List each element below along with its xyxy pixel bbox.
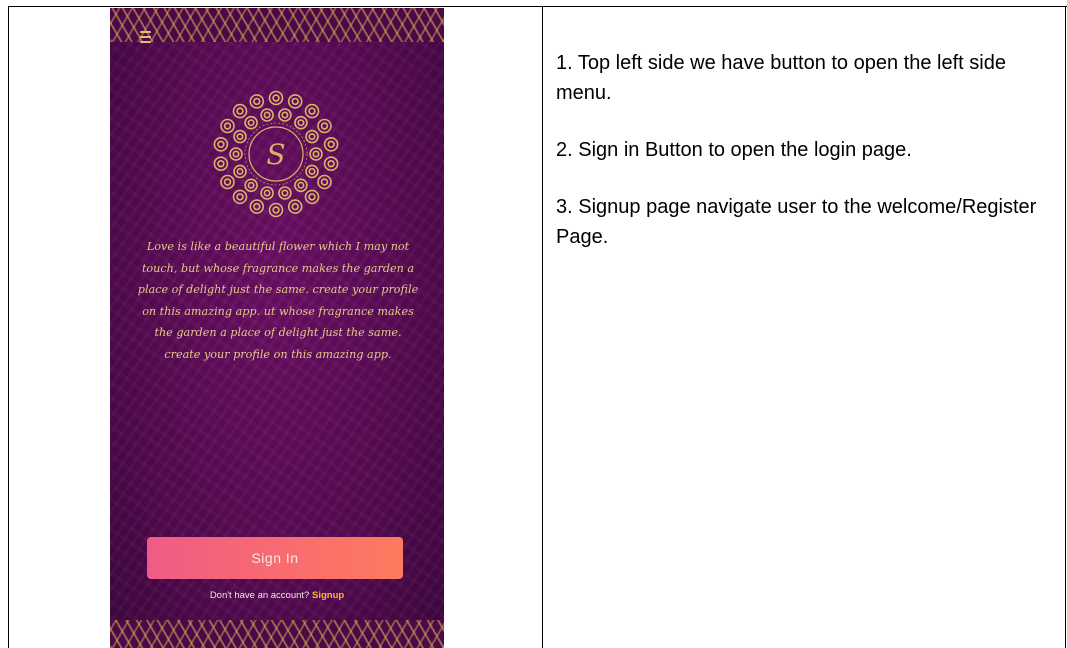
mandala-petal-inner: [236, 133, 244, 141]
quote-text: Love is like a beautiful flower which I …: [137, 240, 419, 361]
mandala-petal: [278, 108, 292, 122]
mandala-petal-inner: [263, 111, 271, 119]
mandala-petal: [305, 129, 319, 144]
mandala-petal-inner: [272, 94, 280, 102]
mandala-petal: [213, 136, 229, 152]
table-right-border: [1065, 6, 1066, 648]
mandala-petal-inner: [281, 111, 289, 119]
mandala-petal: [304, 103, 320, 119]
mandala-petal-inner: [308, 133, 316, 141]
sign-in-button[interactable]: Sign In: [147, 537, 403, 579]
mandala-petal-inner: [320, 122, 329, 130]
table-top-border: [8, 6, 1067, 7]
mandala-petal-inner: [247, 181, 255, 189]
instruction-step: 3. Signup page navigate user to the welc…: [556, 196, 1037, 248]
mandala-petal-inner: [232, 150, 240, 158]
instruction-step: 1. Top left side we have button to open …: [556, 52, 1006, 104]
mandala-petal: [294, 178, 308, 193]
table-left-border: [8, 6, 9, 648]
mandala-petal-inner: [263, 189, 271, 197]
mandala-petal: [220, 174, 235, 190]
app-screenshot: S Love is like a beautiful flower which …: [110, 8, 444, 648]
mandala-petal: [268, 202, 284, 218]
mandala-petal-inner: [223, 178, 232, 186]
mandala-petal: [305, 164, 319, 179]
mandala-petal: [232, 189, 248, 205]
mandala-petal: [323, 156, 339, 171]
instruction-step: 2. Sign in Button to open the login page…: [556, 139, 912, 161]
mandala-petal: [249, 94, 265, 109]
signup-row: Don't have an account? Signup: [110, 590, 444, 601]
mandala-petal-inner: [236, 167, 244, 175]
ornamental-border-bottom: [110, 620, 444, 648]
mandala-petal-inner: [236, 107, 244, 115]
mandala-petal-inner: [297, 119, 305, 127]
mandala-petal: [244, 178, 258, 193]
mandala-petal: [309, 147, 323, 161]
logo-monogram: S: [266, 138, 285, 171]
mandala-petal-inner: [308, 107, 316, 115]
mandala-petal: [278, 186, 292, 200]
mandala-petal: [268, 90, 284, 106]
mandala-petal: [213, 156, 229, 171]
mandala-petal: [233, 164, 247, 179]
mandala-petal-inner: [217, 140, 225, 148]
mandala-petal: [244, 115, 258, 130]
mandala-petal-inner: [291, 97, 299, 106]
mandala-petal-inner: [297, 181, 305, 189]
mandala-petal: [287, 94, 303, 109]
mandala-petal-inner: [308, 167, 316, 175]
table-column-divider: [542, 6, 543, 648]
mandala-petal-inner: [253, 202, 261, 211]
mandala-petal-inner: [327, 159, 335, 168]
mandala-petal-inner: [253, 97, 261, 106]
ornamental-border-top: [110, 8, 444, 42]
mandala-petal-inner: [236, 193, 244, 201]
mandala-petal: [220, 118, 235, 134]
mandala-petal: [317, 118, 332, 134]
mandala-petal: [232, 103, 248, 119]
instructions-list: 1. Top left side we have button to open …: [556, 48, 1056, 279]
mandala-petal-inner: [281, 189, 289, 197]
mandala-petal-inner: [223, 122, 232, 130]
mandala-petal: [304, 189, 320, 205]
mandala-petal: [287, 199, 303, 214]
signup-link[interactable]: Signup: [312, 590, 344, 601]
mandala-petal-inner: [320, 178, 329, 186]
mandala-petal: [249, 199, 265, 214]
mandala-petal: [323, 136, 339, 152]
mandala-petal-inner: [217, 159, 225, 168]
mandala-petal-inner: [291, 202, 299, 211]
mandala-petal: [233, 129, 247, 144]
mandala-petal: [294, 115, 308, 130]
signup-prompt: Don't have an account?: [209, 590, 310, 601]
mandala-petal-inner: [247, 119, 255, 127]
mandala-petal: [260, 186, 274, 200]
mandala-petal-inner: [308, 193, 316, 201]
mandala-petal-inner: [312, 150, 320, 158]
mandala-petal: [229, 147, 243, 161]
mandala-petal: [317, 174, 332, 190]
hamburger-menu-icon[interactable]: [132, 26, 158, 48]
mandala-petal-inner: [272, 206, 280, 214]
mandala-petal: [260, 108, 274, 122]
mandala-monogram-icon: S: [213, 90, 339, 218]
mandala-petal-inner: [327, 140, 335, 148]
